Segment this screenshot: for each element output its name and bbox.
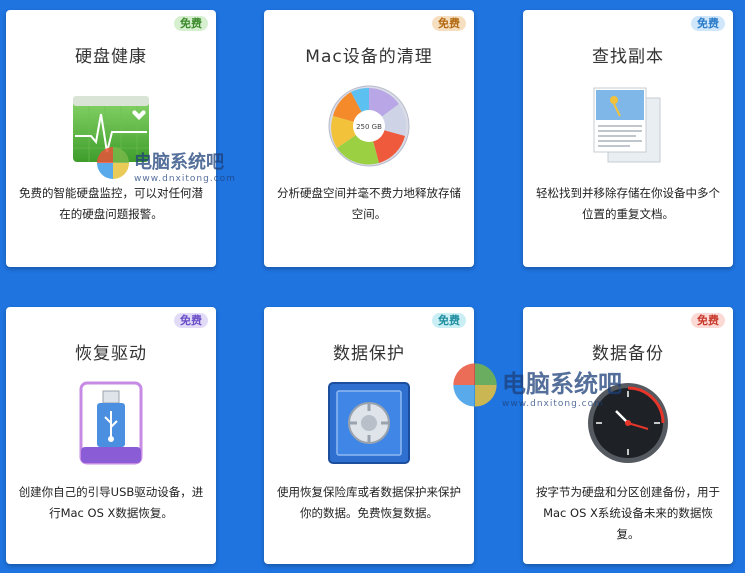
- card-description: 轻松找到并移除存储在你设备中多个 位置的重复文档。: [536, 186, 720, 221]
- free-badge: 免费: [432, 313, 466, 328]
- free-badge: 免费: [174, 313, 208, 328]
- card-recovery-drive[interactable]: 免费 恢复驱动 创建你自己的引导USB驱动设备，进 行Mac OS X数据恢复。: [6, 307, 216, 564]
- card-description: 分析硬盘空间并毫不费力地释放存储 空间。: [277, 186, 461, 221]
- card-data-protection[interactable]: 免费 数据保护 使用恢复保险库或者数据保护来保护 你的数据。免费恢复数据。: [264, 307, 474, 564]
- free-badge: 免费: [691, 313, 725, 328]
- card-disk-health[interactable]: 免费 硬盘健康 免费的智能硬盘监控，可以对任何潜 在的硬盘问题报警。: [6, 10, 216, 267]
- card-find-duplicates[interactable]: 免费 查找副本 轻松找到并移除存储在你设备中多个 位置的重复文档。: [523, 10, 733, 267]
- disk-size-label: 250 GB: [356, 123, 382, 131]
- card-mac-cleanup[interactable]: 免费 Mac设备的清理 250 GB 分析硬盘空间并毫不费力地释放存储 空间。: [264, 10, 474, 267]
- disk-health-icon: [73, 96, 149, 162]
- card-data-backup[interactable]: 免费 数据备份 按字节为硬盘和分区创建备份，用于 Mac OS X系统设备未来的…: [523, 307, 733, 564]
- disk-cleanup-icon: 250 GB: [328, 85, 410, 167]
- card-title: 查找副本: [592, 47, 664, 67]
- usb-drive-icon: [79, 381, 143, 465]
- card-description: 使用恢复保险库或者数据保护来保护 你的数据。免费恢复数据。: [277, 485, 461, 520]
- backup-clock-icon: [588, 383, 668, 463]
- card-title: 硬盘健康: [75, 47, 147, 67]
- duplicates-icon: [593, 87, 661, 163]
- card-title: Mac设备的清理: [305, 47, 433, 67]
- free-badge: 免费: [432, 16, 466, 31]
- card-description: 创建你自己的引导USB驱动设备，进 行Mac OS X数据恢复。: [18, 485, 204, 520]
- free-badge: 免费: [174, 16, 208, 31]
- card-title: 数据保护: [333, 344, 405, 364]
- card-description: 免费的智能硬盘监控，可以对任何潜 在的硬盘问题报警。: [19, 186, 203, 221]
- card-description: 按字节为硬盘和分区创建备份，用于 Mac OS X系统设备未来的数据恢 复。: [536, 485, 720, 541]
- card-title: 恢复驱动: [75, 344, 147, 364]
- free-badge: 免费: [691, 16, 725, 31]
- vault-icon: [328, 382, 410, 464]
- card-title: 数据备份: [592, 344, 664, 364]
